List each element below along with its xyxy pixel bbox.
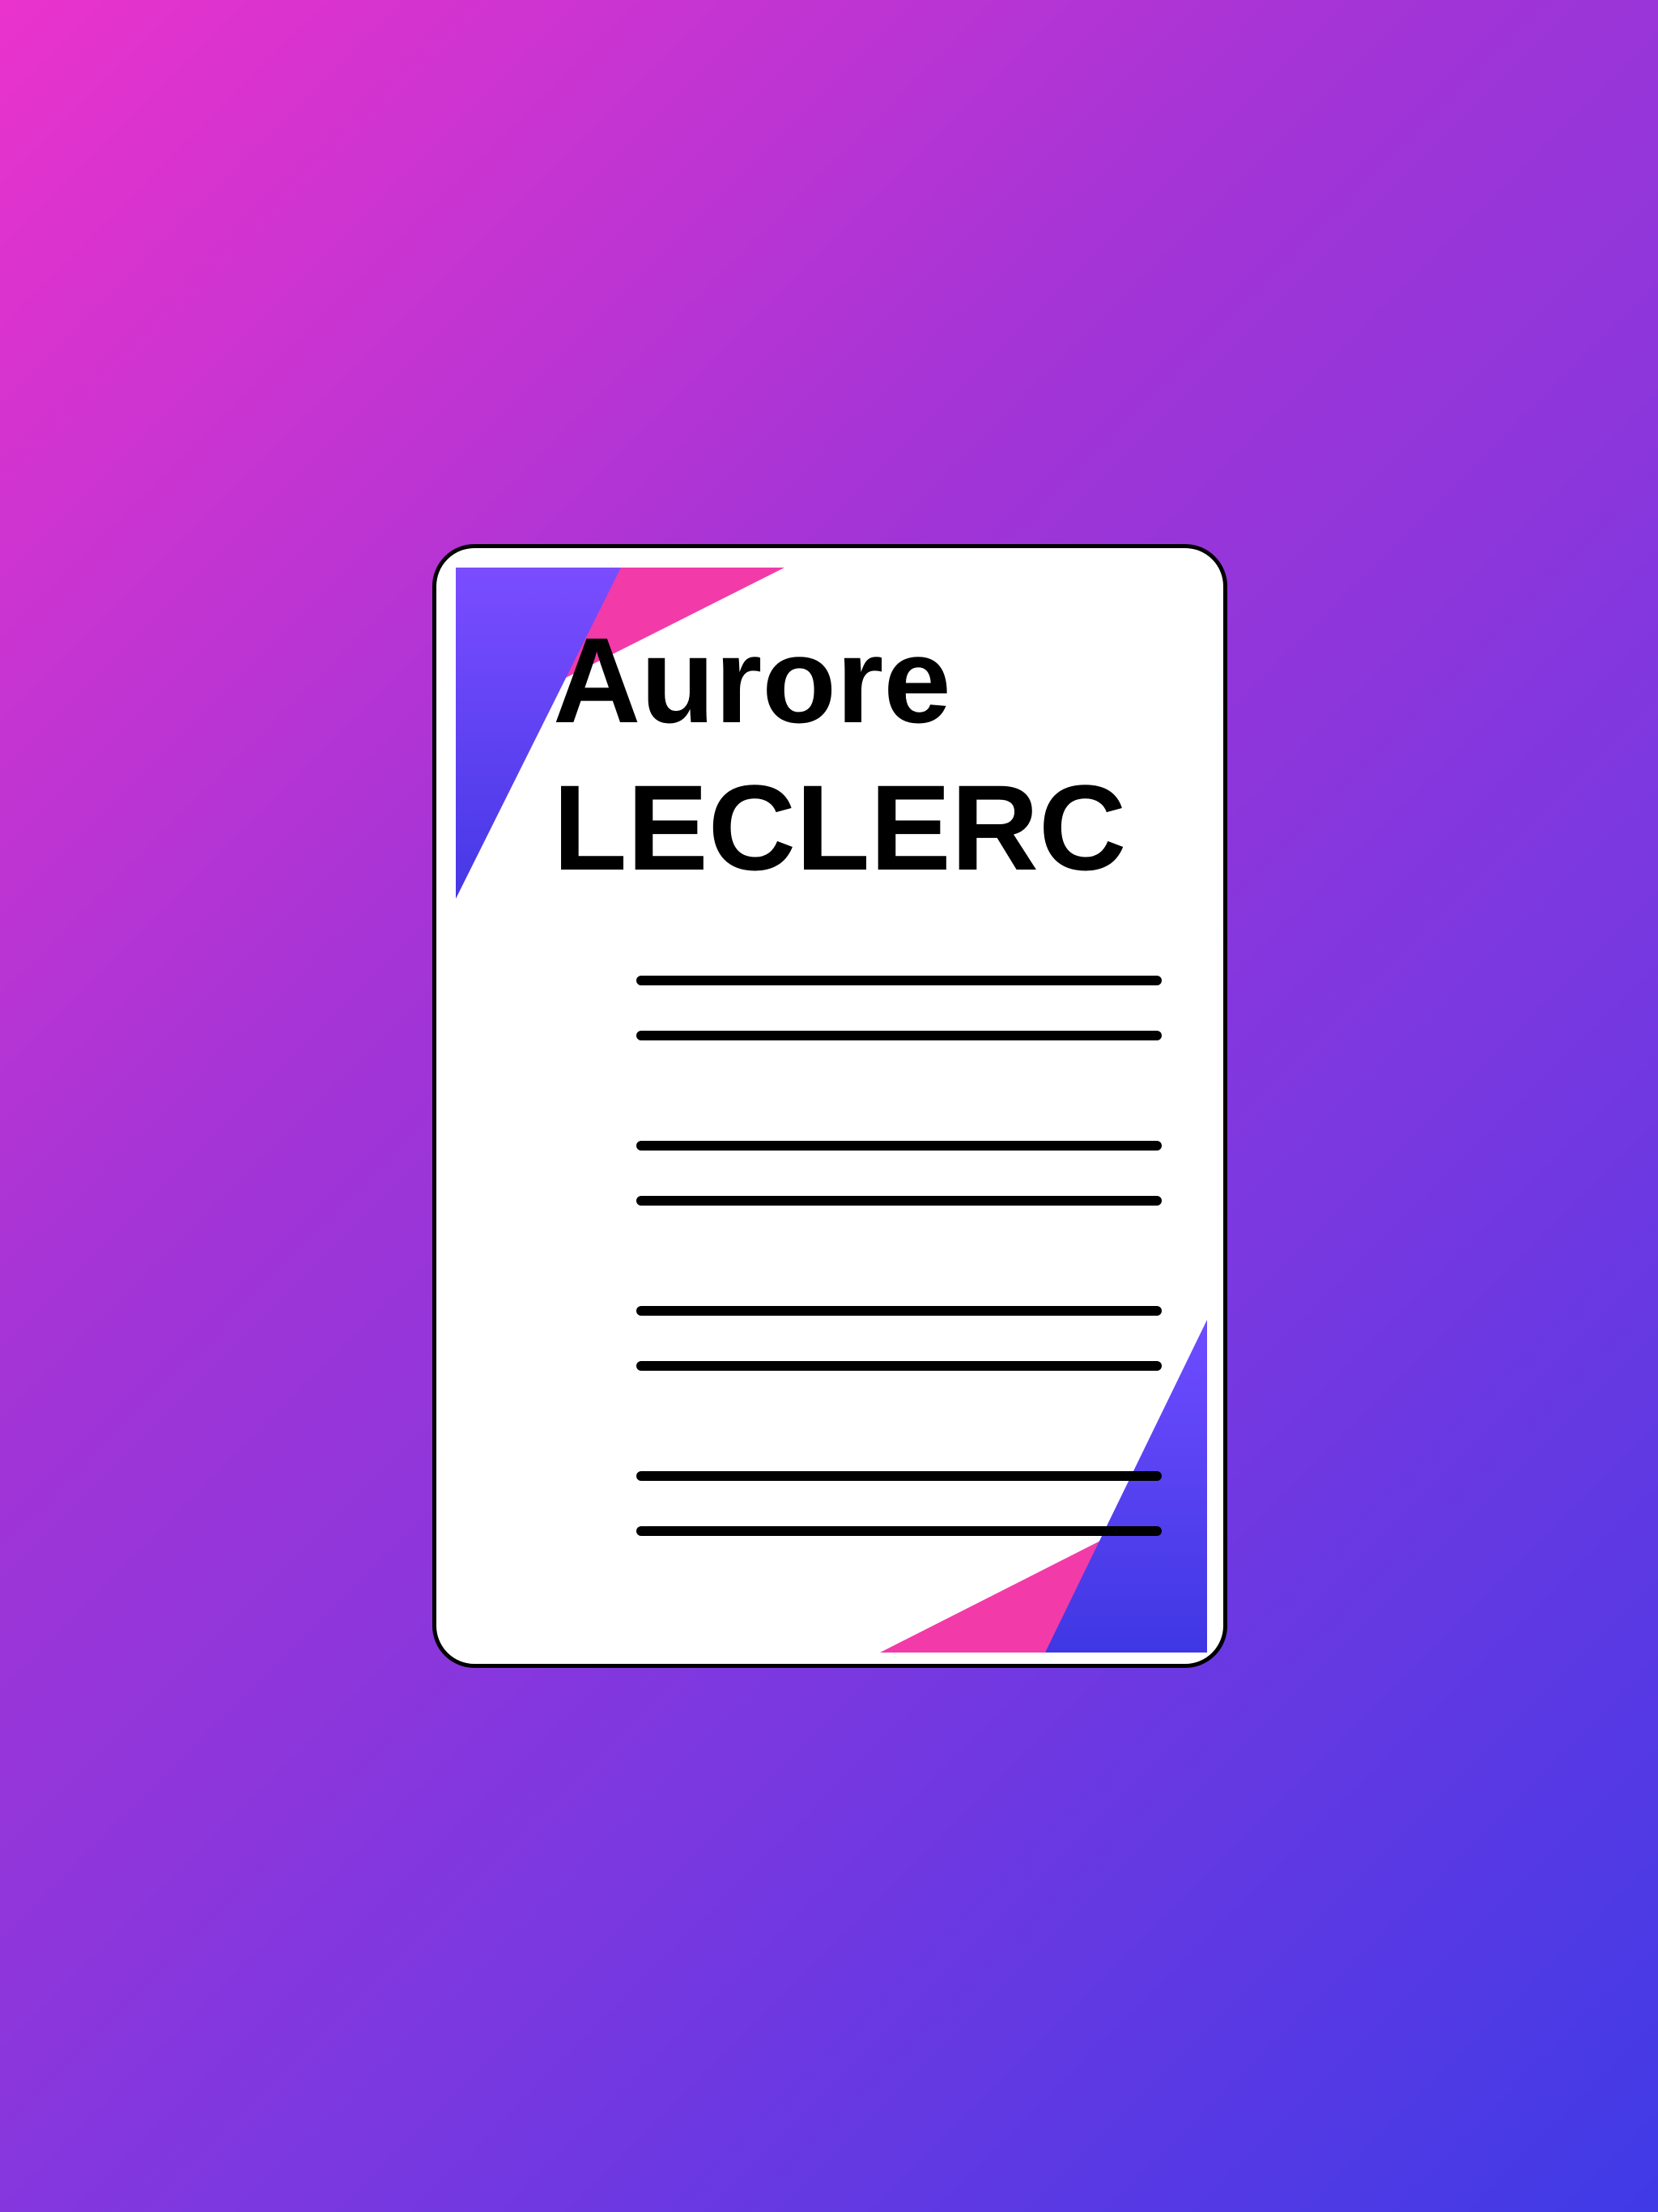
first-name: Aurore (553, 612, 951, 748)
last-name: LECLERC (553, 759, 1127, 895)
document-title: Aurore LECLERC (553, 606, 1126, 901)
resume-document-icon: Aurore LECLERC (432, 544, 1227, 1668)
